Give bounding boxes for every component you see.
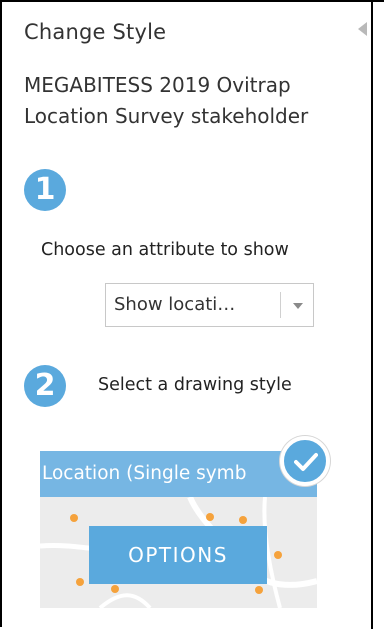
step-1-badge: 1 (24, 169, 66, 211)
panel-right-border (371, 0, 373, 629)
panel-title: Change Style (24, 20, 167, 44)
step-1-label: Choose an attribute to show (41, 240, 289, 260)
change-style-panel: Change Style MEGABITESS 2019 Ovitrap Loc… (0, 0, 384, 627)
chevron-down-icon[interactable] (293, 303, 303, 309)
style-card-header: Location (Single symb (40, 451, 317, 497)
attribute-select-value: Show locati… (114, 294, 236, 315)
selected-style-badge (280, 436, 330, 486)
check-icon (294, 453, 318, 471)
step-2-badge: 2 (24, 365, 66, 407)
select-divider (280, 292, 281, 318)
style-card-name: Location (Single symb (42, 463, 247, 484)
drawing-style-card-location[interactable]: Location (Single symb OPTIONS (40, 451, 317, 608)
caret-left-icon[interactable] (358, 22, 367, 36)
step-2-label: Select a drawing style (98, 375, 292, 395)
options-button[interactable]: OPTIONS (89, 526, 267, 584)
attribute-select[interactable]: Show locati… (105, 283, 314, 327)
layer-name: MEGABITESS 2019 Ovitrap Location Survey … (24, 73, 309, 128)
